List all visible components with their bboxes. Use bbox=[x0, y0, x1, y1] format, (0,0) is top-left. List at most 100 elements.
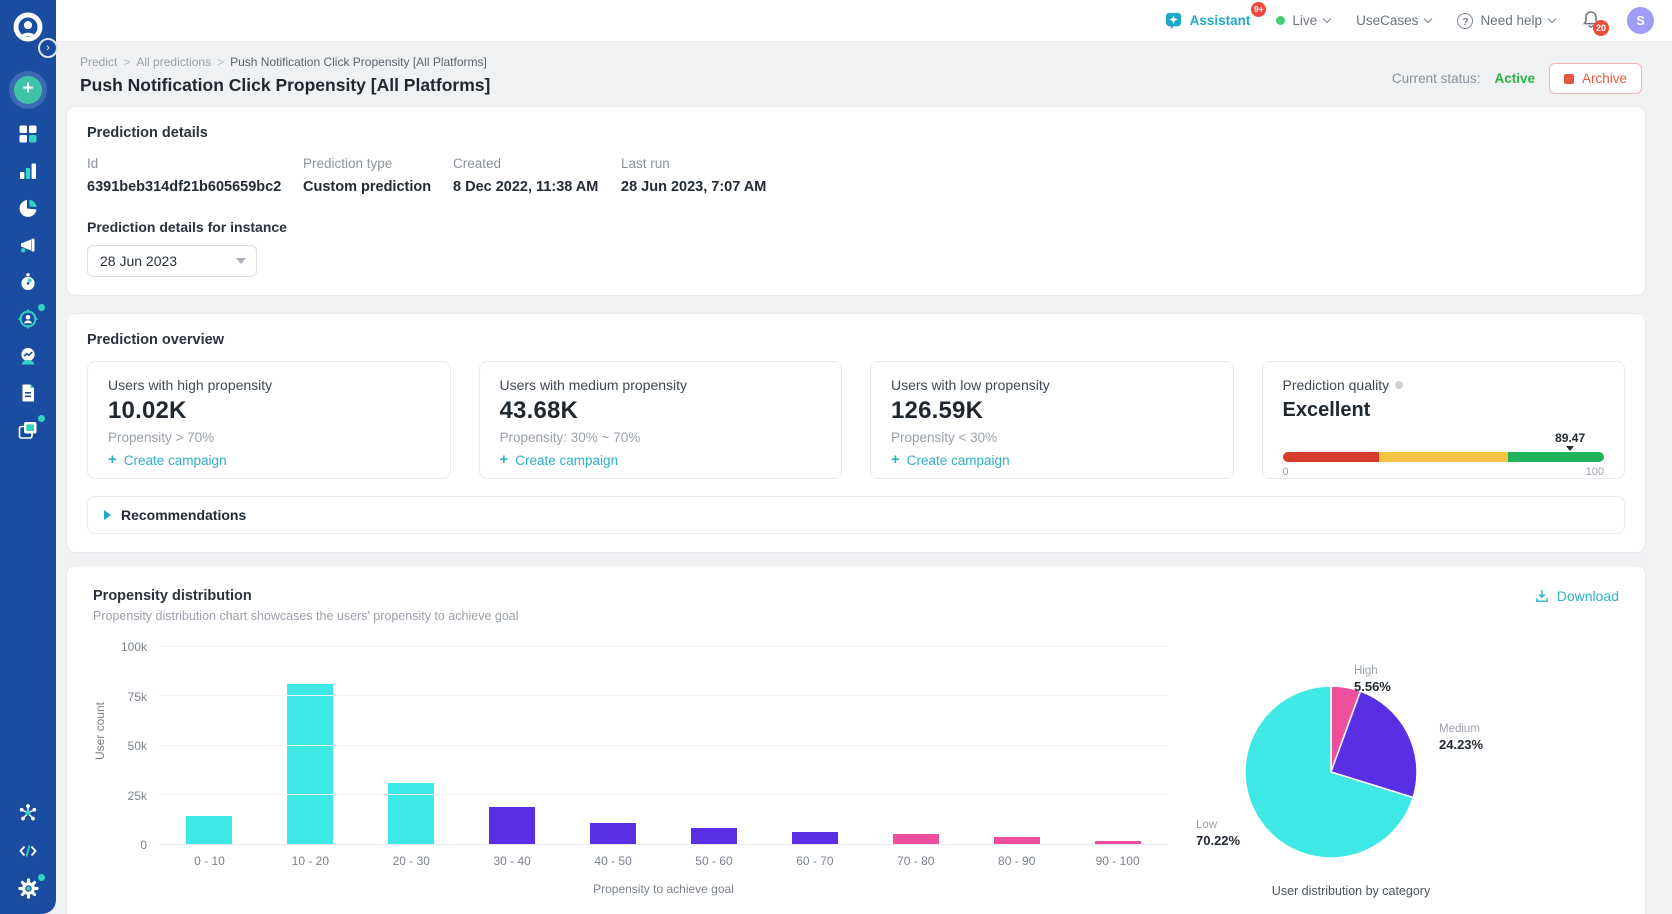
need-help-label: Need help bbox=[1480, 13, 1542, 28]
recommendations-expander[interactable]: Recommendations bbox=[87, 496, 1625, 534]
bar-30-40[interactable] bbox=[462, 647, 563, 844]
field-value: Custom prediction bbox=[303, 179, 453, 195]
sidebar-create-button[interactable]: + bbox=[9, 71, 47, 109]
info-icon[interactable] bbox=[1395, 381, 1403, 389]
plus-icon: + bbox=[108, 451, 117, 468]
sidebar-item-flows[interactable] bbox=[15, 270, 41, 293]
breadcrumb-predict[interactable]: Predict bbox=[80, 55, 117, 69]
bar-60-70[interactable] bbox=[764, 647, 865, 844]
overview-heading: Prediction overview bbox=[87, 332, 1625, 348]
chevron-down-icon bbox=[236, 258, 246, 264]
sidebar: › + bbox=[0, 0, 56, 914]
sidebar-item-templates[interactable] bbox=[15, 381, 41, 404]
pie-label-high: High 5.56% bbox=[1354, 665, 1391, 694]
x-tick-label: 0 - 10 bbox=[159, 854, 260, 868]
bar-70-80[interactable] bbox=[865, 647, 966, 844]
bar-rect bbox=[388, 783, 434, 844]
page-title: Push Notification Click Propensity [All … bbox=[80, 75, 490, 96]
breadcrumb-current: Push Notification Click Propensity [All … bbox=[230, 55, 487, 69]
need-help-menu[interactable]: ? Need help bbox=[1457, 13, 1555, 29]
x-tick-label: 70 - 80 bbox=[865, 854, 966, 868]
bar-50-60[interactable] bbox=[664, 647, 765, 844]
avatar[interactable]: S bbox=[1627, 7, 1654, 34]
gridline bbox=[159, 646, 1168, 647]
gridline bbox=[159, 695, 1168, 696]
stat-subtitle: Propensity < 30% bbox=[891, 430, 1213, 445]
distribution-title: Propensity distribution bbox=[93, 588, 519, 604]
bar-20-30[interactable] bbox=[361, 647, 462, 844]
bar-10-20[interactable] bbox=[260, 647, 361, 844]
sidebar-item-channels[interactable] bbox=[15, 418, 41, 441]
plus-icon: + bbox=[14, 76, 42, 104]
bar-0-10[interactable] bbox=[159, 647, 260, 844]
sidebar-item-campaigns[interactable] bbox=[15, 233, 41, 256]
x-tick-label: 40 - 50 bbox=[563, 854, 664, 868]
network-icon bbox=[17, 802, 39, 824]
expand-triangle-icon bbox=[104, 510, 111, 520]
quality-title: Prediction quality bbox=[1283, 377, 1390, 393]
x-tick-label: 30 - 40 bbox=[462, 854, 563, 868]
sidebar-expand-button[interactable]: › bbox=[38, 38, 58, 58]
x-tick-label: 60 - 70 bbox=[764, 854, 865, 868]
bar-rect bbox=[489, 807, 535, 844]
stat-card-high-propensity: Users with high propensity 10.02K Propen… bbox=[87, 361, 451, 479]
assistant-badge: 9+ bbox=[1251, 2, 1266, 17]
chevron-down-icon bbox=[1548, 15, 1556, 23]
x-tick-label: 50 - 60 bbox=[664, 854, 765, 868]
sidebar-item-analytics[interactable] bbox=[15, 159, 41, 182]
bar-chart-plot bbox=[159, 647, 1168, 845]
status-badge: Active bbox=[1494, 71, 1535, 86]
quality-value: Excellent bbox=[1283, 399, 1605, 422]
pie-svg[interactable] bbox=[1243, 684, 1419, 860]
create-campaign-high-link[interactable]: + Create campaign bbox=[108, 453, 227, 468]
gauge-min-label: 0 bbox=[1283, 466, 1289, 478]
environment-selector[interactable]: Live bbox=[1276, 13, 1330, 28]
field-label: Id bbox=[87, 156, 303, 171]
stat-card-medium-propensity: Users with medium propensity 43.68K Prop… bbox=[479, 361, 843, 479]
stat-card-prediction-quality: Prediction quality Excellent 89.47 0 bbox=[1262, 361, 1626, 479]
gridline bbox=[159, 794, 1168, 795]
question-icon: ? bbox=[1457, 13, 1473, 29]
field-last-run: Last run 28 Jun 2023, 7:07 AM bbox=[621, 156, 766, 195]
stat-subtitle: Propensity > 70% bbox=[108, 430, 430, 445]
sidebar-item-developer[interactable] bbox=[15, 839, 41, 862]
create-campaign-medium-link[interactable]: + Create campaign bbox=[500, 453, 619, 468]
assistant-button[interactable]: Assistant 9+ bbox=[1164, 11, 1251, 30]
bar-80-90[interactable] bbox=[966, 647, 1067, 844]
live-dot-icon bbox=[1276, 16, 1285, 25]
notifications-button[interactable]: 20 bbox=[1581, 9, 1601, 33]
marker-triangle-icon bbox=[1566, 446, 1574, 451]
bar-chart-xlabel: Propensity to achieve goal bbox=[159, 882, 1168, 896]
pie-chart-icon bbox=[17, 197, 39, 219]
stat-title: Users with medium propensity bbox=[500, 377, 822, 393]
quality-score: 89.47 bbox=[1555, 431, 1585, 445]
create-campaign-low-link[interactable]: + Create campaign bbox=[891, 453, 1010, 468]
breadcrumb-all-predictions[interactable]: All predictions bbox=[136, 55, 211, 69]
archive-button[interactable]: Archive bbox=[1549, 63, 1642, 94]
y-tick-label: 100k bbox=[121, 640, 147, 654]
bar-categories: 0 - 1010 - 2020 - 3030 - 4040 - 5050 - 6… bbox=[159, 854, 1168, 868]
status-label: Current status: bbox=[1392, 71, 1481, 86]
sidebar-item-settings[interactable] bbox=[15, 877, 41, 900]
bar-90-100[interactable] bbox=[1067, 647, 1168, 844]
field-label: Last run bbox=[621, 156, 766, 171]
bar-rect bbox=[186, 816, 232, 844]
sidebar-item-dashboard[interactable] bbox=[15, 122, 41, 145]
sidebar-item-personalize[interactable] bbox=[15, 344, 41, 367]
gauge-segment bbox=[1283, 452, 1379, 462]
chevron-down-icon bbox=[1323, 15, 1331, 23]
sidebar-item-audience[interactable] bbox=[15, 307, 41, 330]
notifications-badge: 20 bbox=[1593, 20, 1609, 36]
bar-40-50[interactable] bbox=[563, 647, 664, 844]
sidebar-item-integrations[interactable] bbox=[15, 801, 41, 824]
usecases-menu[interactable]: UseCases bbox=[1356, 13, 1431, 28]
propensity-distribution-card: Propensity distribution Propensity distr… bbox=[66, 565, 1646, 914]
user-trend-icon bbox=[17, 345, 39, 367]
breadcrumb: Predict > All predictions > Push Notific… bbox=[80, 55, 490, 69]
stat-value: 126.59K bbox=[891, 397, 1213, 425]
sidebar-item-segments[interactable] bbox=[15, 196, 41, 219]
bar-rect bbox=[287, 684, 333, 844]
instance-date-select[interactable]: 28 Jun 2023 bbox=[87, 245, 257, 277]
user-distribution-pie-chart: High 5.56% Medium 24.23% Low 70.22% User… bbox=[1186, 647, 1618, 914]
download-button[interactable]: Download bbox=[1534, 588, 1619, 604]
